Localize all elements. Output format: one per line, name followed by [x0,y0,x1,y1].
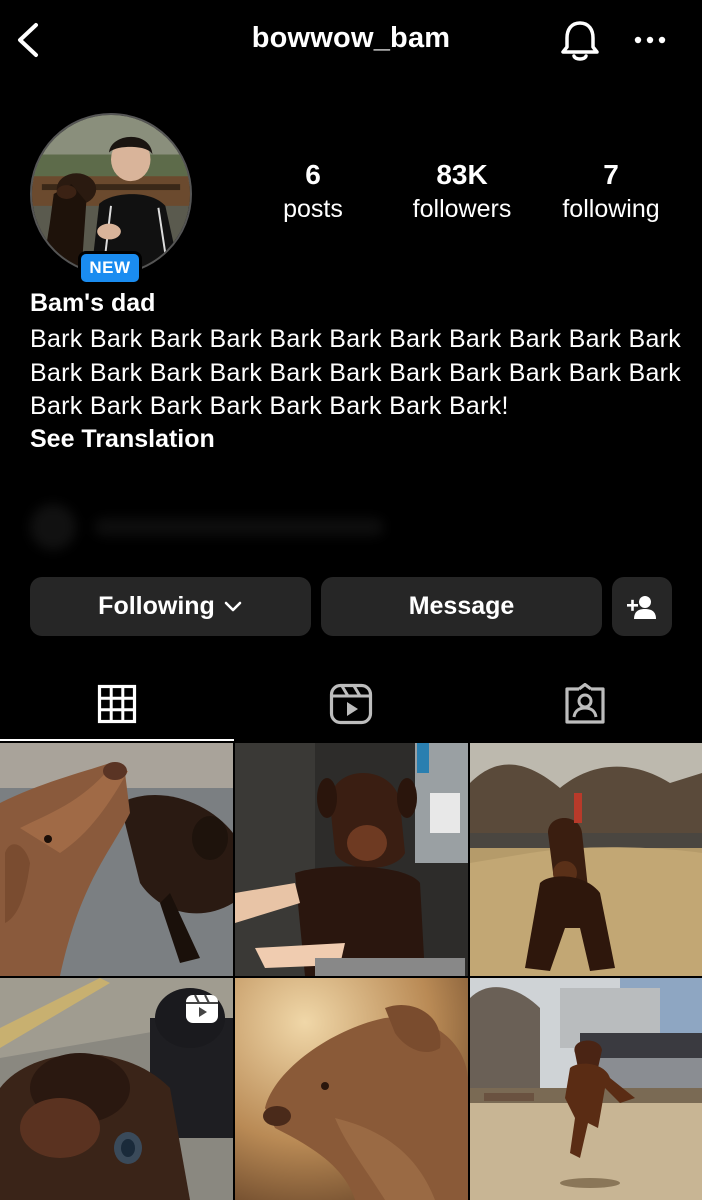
more-options-button[interactable] [630,26,670,54]
following-button[interactable]: Following [30,577,311,636]
post-photo [235,978,468,1200]
following-count[interactable]: 7 following [536,158,686,226]
notifications-button[interactable] [558,18,602,64]
tab-reels[interactable] [234,668,468,740]
post-photo [470,978,702,1200]
profile-avatar-container[interactable]: NEW [30,113,192,285]
followers-count[interactable]: 83K followers [387,158,537,226]
tagged-person-icon [565,683,605,724]
followers-count-value: 83K [436,159,488,190]
following-count-label: following [562,195,660,223]
blurred-followed-by-row [30,500,390,556]
more-horizontal-icon [634,36,666,44]
post-photo [0,743,233,976]
post-tile[interactable] [0,978,233,1200]
bio-text: Bark Bark Bark Bark Bark Bark Bark Bark … [30,325,682,420]
display-name: Bam's dad [30,289,156,317]
post-tile[interactable] [0,743,233,976]
reels-icon [329,683,373,725]
post-tile[interactable] [235,978,468,1200]
post-tile[interactable] [470,743,702,976]
message-button-label: Message [408,592,515,620]
followers-count-label: followers [412,195,512,223]
following-button-label: Following [98,592,215,620]
posts-count-value: 6 [305,159,321,190]
post-photo [470,743,702,976]
tab-posts-grid[interactable] [0,668,234,740]
add-user-button[interactable] [612,577,672,636]
reels-icon [186,994,218,1023]
reel-indicator [185,994,219,1024]
new-badge: NEW [78,251,142,285]
tab-tagged[interactable] [468,668,702,740]
message-button[interactable]: Message [321,577,602,636]
posts-count-label: posts [283,195,343,223]
add-user-icon [627,595,656,619]
post-photo [235,743,468,976]
posts-count[interactable]: 6 posts [238,158,388,226]
posts-grid [0,743,702,1200]
top-bar: bowwow_bam [0,0,702,80]
following-count-value: 7 [603,159,619,190]
post-tile[interactable] [235,743,468,976]
see-translation-link[interactable]: See Translation [30,425,215,454]
bell-icon [561,21,599,61]
chevron-down-icon [224,601,242,611]
avatar-photo [32,115,190,273]
post-tile[interactable] [470,978,702,1200]
active-tab-indicator [0,739,234,741]
grid-icon [97,684,137,724]
